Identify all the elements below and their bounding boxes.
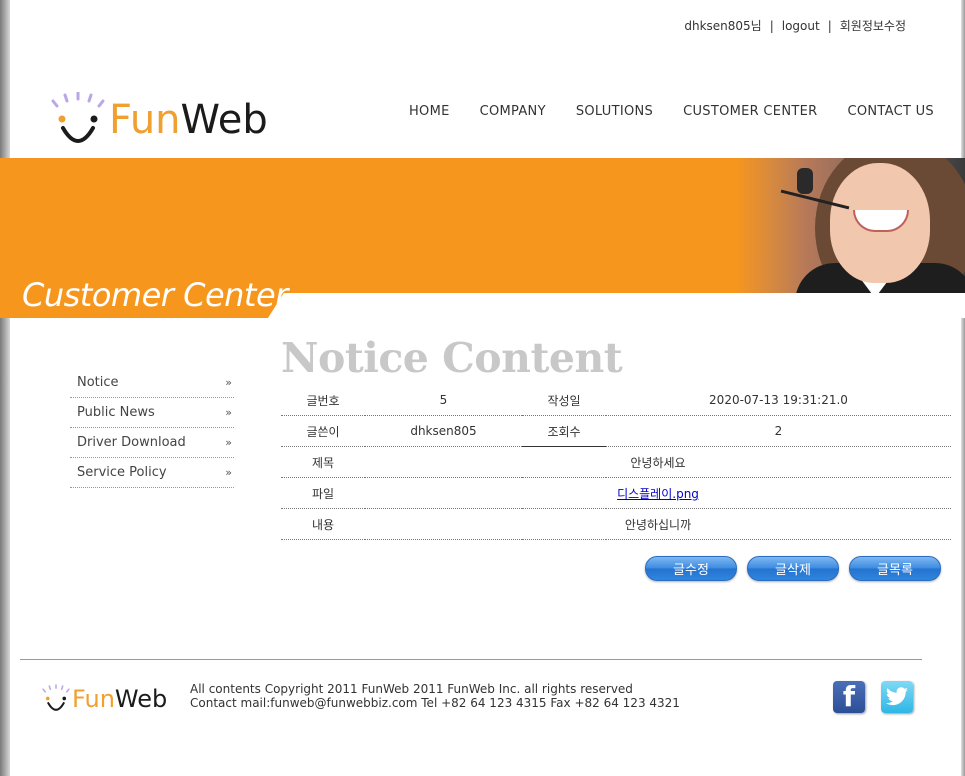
value-subject: 안녕하세요 [365, 446, 951, 478]
label-file: 파일 [281, 477, 365, 509]
footer-divider [20, 659, 922, 660]
user-bar: dhksen805님 | logout | 회원정보수정 [684, 17, 906, 34]
double-arrow-icon: » [225, 376, 232, 389]
label-num: 글번호 [281, 385, 365, 416]
contact-text: Contact mail:funweb@funwebbiz.com Tel +8… [190, 696, 680, 710]
logo-fun: Fun [109, 97, 181, 143]
side-menu-label: Notice [77, 375, 119, 390]
double-arrow-icon: » [225, 436, 232, 449]
table-row: 파일 디스플레이.png [281, 477, 951, 509]
nav-company[interactable]: COMPANY [480, 104, 546, 119]
file-download-link[interactable]: 디스플레이.png [617, 487, 699, 501]
value-file-cell: 디스플레이.png [365, 477, 951, 509]
banner-cutout [290, 293, 965, 318]
page-title: Notice Content [281, 334, 623, 382]
footer-logo: FunWeb [40, 684, 167, 714]
facebook-icon[interactable]: f [833, 680, 865, 713]
footer-text: All contents Copyright 2011 FunWeb 2011 … [190, 682, 680, 710]
double-arrow-icon: » [225, 466, 232, 479]
logo-web: Web [180, 97, 268, 143]
side-menu-driver-download[interactable]: Driver Download » [70, 428, 234, 458]
double-arrow-icon: » [225, 406, 232, 419]
table-row: 내용 안녕하십니까 [281, 508, 951, 540]
side-menu-label: Service Policy [77, 465, 167, 480]
side-menu: Notice » Public News » Driver Download »… [70, 368, 234, 488]
site-logo[interactable]: FunWeb [47, 92, 268, 148]
logo-web: Web [114, 685, 168, 713]
list-button[interactable]: 글목록 [849, 556, 941, 581]
logout-link[interactable]: logout [782, 19, 820, 33]
side-menu-label: Public News [77, 405, 155, 420]
side-menu-public-news[interactable]: Public News » [70, 398, 234, 428]
left-shadow [0, 0, 10, 776]
notice-table: 글번호 5 작성일 2020-07-13 19:31:21.0 글쓴이 dhks… [281, 385, 951, 540]
twitter-bird-icon [886, 687, 908, 706]
label-writer: 글쓴이 [281, 415, 365, 447]
value-views: 2 [606, 415, 951, 447]
operator-photo [735, 158, 965, 293]
table-row: 제목 안녕하세요 [281, 446, 951, 478]
value-num: 5 [365, 385, 522, 416]
separator: | [827, 18, 832, 33]
action-buttons: 글수정 글삭제 글목록 [645, 556, 941, 581]
label-views: 조회수 [522, 415, 606, 447]
banner-title: Customer Center [22, 276, 288, 314]
side-menu-service-policy[interactable]: Service Policy » [70, 458, 234, 488]
smiley-icon [51, 92, 105, 143]
delete-button[interactable]: 글삭제 [747, 556, 839, 581]
footer-logo-text: FunWeb [72, 685, 167, 713]
copyright-text: All contents Copyright 2011 FunWeb 2011 … [190, 682, 633, 696]
table-row: 글번호 5 작성일 2020-07-13 19:31:21.0 [281, 385, 951, 416]
nav-solutions[interactable]: SOLUTIONS [576, 104, 653, 119]
value-date: 2020-07-13 19:31:21.0 [606, 385, 951, 416]
twitter-icon[interactable] [881, 681, 913, 713]
smiley-icon [42, 684, 70, 711]
nav-customer-center[interactable]: CUSTOMER CENTER [683, 104, 817, 119]
nav-home[interactable]: HOME [409, 104, 450, 119]
nav-contact-us[interactable]: CONTACT US [847, 104, 934, 119]
label-date: 작성일 [522, 385, 606, 416]
separator: | [769, 18, 774, 33]
side-menu-label: Driver Download [77, 435, 186, 450]
edit-profile-link[interactable]: 회원정보수정 [840, 17, 906, 34]
user-name: dhksen805님 [684, 19, 762, 33]
main-nav: HOME COMPANY SOLUTIONS CUSTOMER CENTER C… [409, 104, 934, 119]
table-row: 글쓴이 dhksen805 조회수 2 [281, 415, 951, 447]
logo-fun: Fun [72, 685, 115, 713]
banner: Customer Center [0, 158, 965, 318]
social-links: f [833, 680, 913, 713]
label-subject: 제목 [281, 446, 365, 478]
side-menu-notice[interactable]: Notice » [70, 368, 234, 398]
edit-button[interactable]: 글수정 [645, 556, 737, 581]
logo-text: FunWeb [109, 97, 268, 143]
right-shadow [961, 0, 965, 776]
page: dhksen805님 | logout | 회원정보수정 FunWeb HOME… [0, 0, 965, 776]
value-body: 안녕하십니까 [365, 508, 951, 540]
value-writer: dhksen805 [365, 415, 522, 447]
label-body: 내용 [281, 508, 365, 540]
